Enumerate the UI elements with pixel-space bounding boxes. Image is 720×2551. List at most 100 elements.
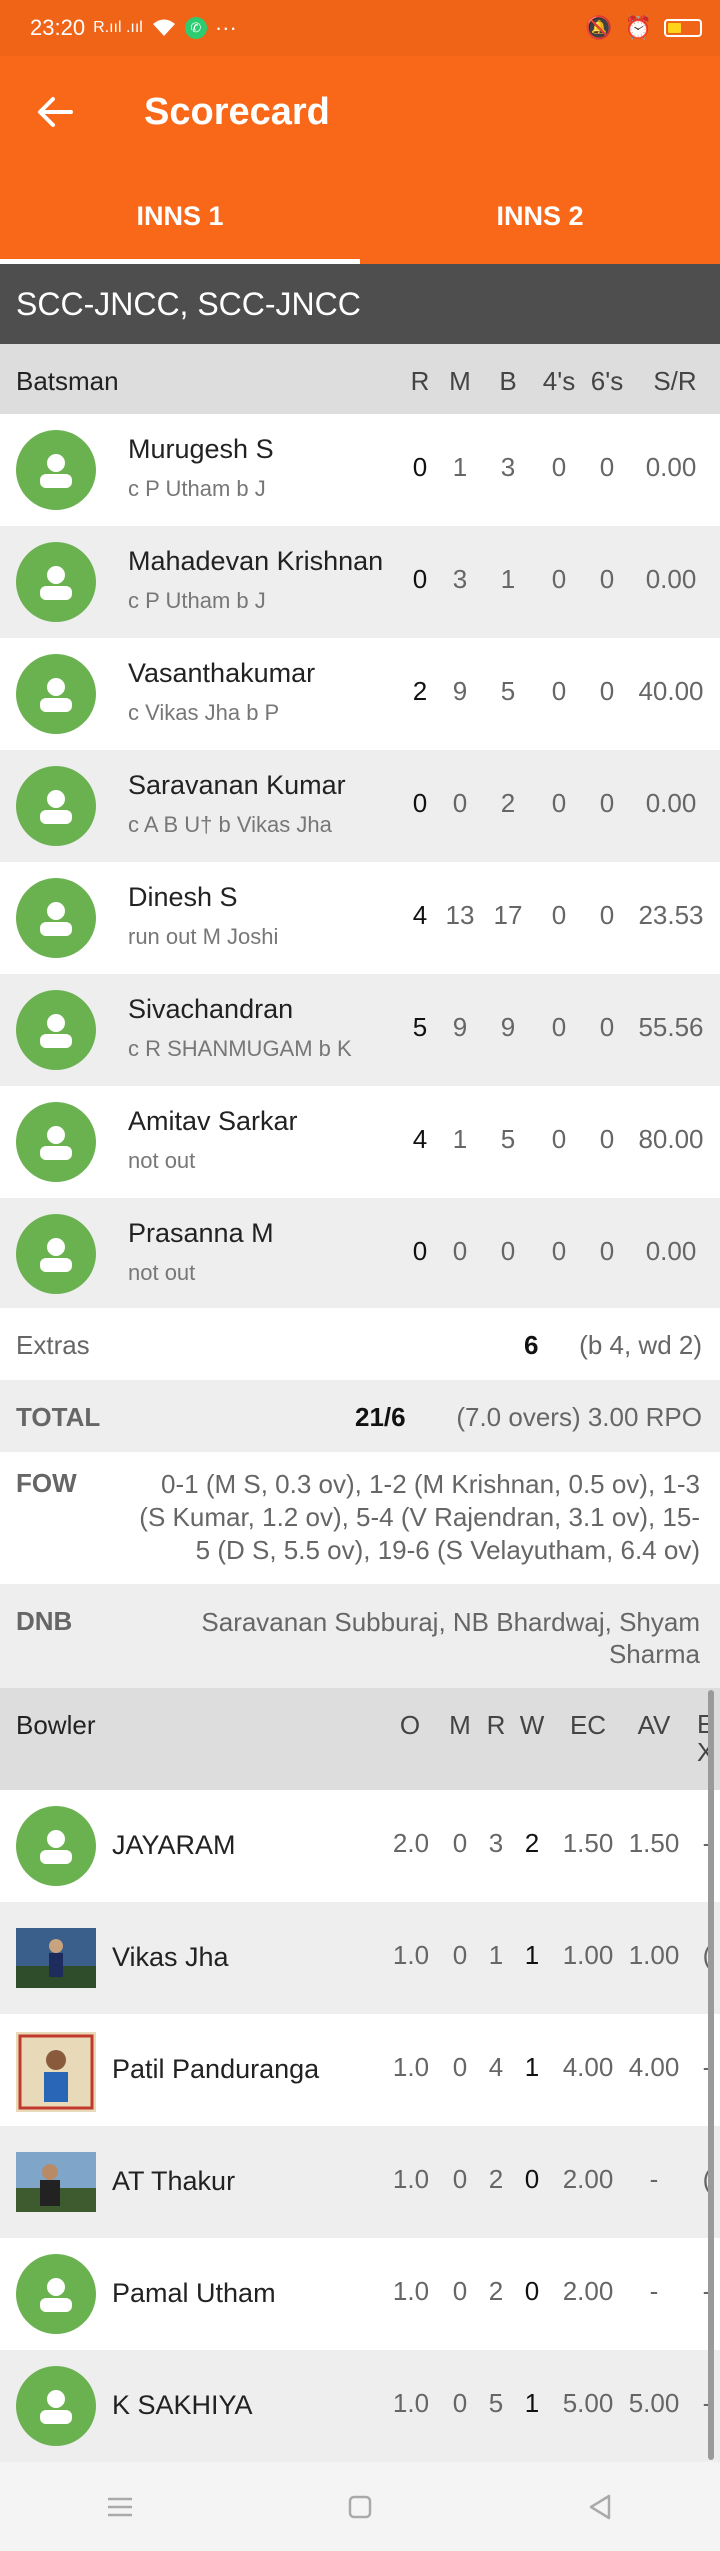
overs: 1.0 bbox=[392, 2164, 430, 2194]
bowler-name: Pamal Utham bbox=[112, 2278, 276, 2308]
fours: 0 bbox=[551, 452, 567, 482]
signal-icon: R.ııl .ııl bbox=[93, 19, 143, 36]
sixes: 0 bbox=[599, 1012, 615, 1042]
home-icon[interactable] bbox=[280, 2477, 440, 2537]
batsman-row[interactable]: Prasanna M not out 0 0 0 0 0 0.00 bbox=[0, 1198, 720, 1308]
runs: 4 bbox=[412, 900, 428, 930]
maidens: 0 bbox=[452, 1940, 468, 1970]
player-photo bbox=[16, 1928, 96, 1988]
app-bar: Scorecard bbox=[0, 56, 720, 168]
alarm-icon: ⏰ bbox=[624, 15, 652, 40]
maidens: 0 bbox=[452, 1828, 468, 1858]
extras-detail: (b 4, wd 2) bbox=[579, 1330, 702, 1360]
batsman-row[interactable]: Vasanthakumar c Vikas Jha b P 2 9 5 0 0 … bbox=[0, 638, 720, 750]
total-label: TOTAL bbox=[16, 1402, 101, 1432]
bowler-row[interactable]: K SAKHIYA 1.0 0 5 1 5.00 5.00 - bbox=[0, 2350, 720, 2462]
back-arrow-icon[interactable] bbox=[0, 56, 110, 168]
runs-conceded: 4 bbox=[488, 2052, 504, 2082]
economy: 4.00 bbox=[562, 2052, 614, 2082]
minutes: 3 bbox=[452, 564, 468, 594]
balls: 1 bbox=[500, 564, 516, 594]
dismissal-text: c Vikas Jha b P bbox=[128, 700, 280, 725]
avatar-icon bbox=[16, 2254, 96, 2334]
tab-inns-2[interactable]: INNS 2 bbox=[360, 168, 720, 264]
menu-icon[interactable] bbox=[40, 2477, 200, 2537]
col-header-balls: B bbox=[499, 366, 517, 396]
maidens: 0 bbox=[452, 2052, 468, 2082]
avatar-icon bbox=[16, 1806, 96, 1886]
system-nav-bar bbox=[0, 2462, 720, 2551]
balls: 9 bbox=[500, 1012, 516, 1042]
batsman-row[interactable]: Sivachandran c R SHANMUGAM b K 5 9 9 0 0… bbox=[0, 974, 720, 1086]
extras-value: 6 bbox=[524, 1330, 539, 1360]
tab-inns-1[interactable]: INNS 1 bbox=[0, 168, 360, 264]
bowler-row[interactable]: Pamal Utham 1.0 0 2 0 2.00 - - bbox=[0, 2238, 720, 2350]
col-header-fours: 4's bbox=[542, 366, 576, 396]
sixes: 0 bbox=[599, 564, 615, 594]
fall-of-wickets: FOW 0-1 (M S, 0.3 ov), 1-2 (M Krishnan, … bbox=[0, 1452, 720, 1584]
minutes: 9 bbox=[452, 676, 468, 706]
strike-rate: 80.00 bbox=[638, 1124, 704, 1154]
runs: 5 bbox=[412, 1012, 428, 1042]
wifi-icon bbox=[152, 19, 175, 36]
col-header-strike-rate: S/R bbox=[653, 366, 697, 396]
back-icon[interactable] bbox=[520, 2477, 680, 2537]
balls: 5 bbox=[500, 676, 516, 706]
team-name: SCC-JNCC, SCC-JNCC bbox=[0, 264, 720, 344]
wickets: 2 bbox=[524, 1828, 540, 1858]
fours: 0 bbox=[551, 788, 567, 818]
col-header-economy: EC bbox=[569, 1710, 607, 1740]
fours: 0 bbox=[551, 1124, 567, 1154]
runs: 0 bbox=[412, 1236, 428, 1266]
col-header-wickets: W bbox=[519, 1710, 545, 1740]
sixes: 0 bbox=[599, 676, 615, 706]
dismissal-text: not out bbox=[128, 1260, 196, 1285]
bowler-row[interactable]: Patil Panduranga 1.0 0 4 1 4.00 4.00 - bbox=[0, 2014, 720, 2126]
status-bar: 23:20 R.ııl .ııl ✆ ··· 🔕 ⏰ bbox=[0, 0, 720, 56]
overs: 2.0 bbox=[392, 1828, 430, 1858]
maidens: 0 bbox=[452, 2276, 468, 2306]
sixes: 0 bbox=[599, 900, 615, 930]
minutes: 9 bbox=[452, 1012, 468, 1042]
bowler-row[interactable]: JAYARAM 2.0 0 3 2 1.50 1.50 - bbox=[0, 1790, 720, 1902]
batting-header: Batsman R M B 4's 6's S/R bbox=[0, 344, 720, 414]
batsman-name: Murugesh S bbox=[128, 434, 274, 464]
batsman-row[interactable]: Murugesh S c P Utham b J 0 1 3 0 0 0.00 bbox=[0, 414, 720, 526]
dnb-text: Saravanan Subburaj, NB Bhardwaj, Shyam S… bbox=[201, 1607, 700, 1669]
overs: 1.0 bbox=[392, 2052, 430, 2082]
batsman-name: Vasanthakumar bbox=[128, 658, 316, 688]
bowler-name: JAYARAM bbox=[112, 1830, 236, 1860]
balls: 2 bbox=[500, 788, 516, 818]
more-notifications-icon: ··· bbox=[214, 15, 237, 40]
batsman-row[interactable]: Mahadevan Krishnan c P Utham b J 0 3 1 0… bbox=[0, 526, 720, 638]
col-header-runs-conceded: R bbox=[486, 1710, 506, 1740]
scrollbar[interactable] bbox=[708, 1690, 714, 2460]
innings-tabs: INNS 1 INNS 2 bbox=[0, 168, 720, 264]
batsman-name: Saravanan Kumar bbox=[128, 770, 346, 800]
runs-conceded: 1 bbox=[488, 1940, 504, 1970]
avatar-icon bbox=[16, 542, 96, 622]
batsman-name: Mahadevan Krishnan bbox=[128, 546, 384, 576]
batsman-name: Sivachandran bbox=[128, 994, 294, 1024]
col-header-average: AV bbox=[637, 1710, 671, 1740]
bowler-row[interactable]: AT Thakur 1.0 0 2 0 2.00 - ( bbox=[0, 2126, 720, 2238]
avatar-icon bbox=[16, 1214, 96, 1294]
average: 1.00 bbox=[628, 1940, 680, 1970]
status-time: 23:20 bbox=[30, 15, 86, 40]
runs-conceded: 2 bbox=[488, 2164, 504, 2194]
runs: 0 bbox=[412, 452, 428, 482]
bowler-row[interactable]: Vikas Jha 1.0 0 1 1 1.00 1.00 ( bbox=[0, 1902, 720, 2014]
avatar-icon bbox=[16, 654, 96, 734]
batsman-row[interactable]: Saravanan Kumar c A B U† b Vikas Jha 0 0… bbox=[0, 750, 720, 862]
average: - bbox=[649, 2164, 659, 2194]
dnb-label: DNB bbox=[16, 1606, 73, 1636]
minutes: 1 bbox=[452, 1124, 468, 1154]
minutes: 13 bbox=[445, 900, 475, 930]
did-not-bat: DNB Saravanan Subburaj, NB Bhardwaj, Shy… bbox=[0, 1584, 720, 1688]
player-photo bbox=[16, 2152, 96, 2212]
batsman-row[interactable]: Amitav Sarkar not out 4 1 5 0 0 80.00 bbox=[0, 1086, 720, 1198]
fow-label: FOW bbox=[16, 1468, 77, 1498]
strike-rate: 40.00 bbox=[638, 676, 704, 706]
batsman-row[interactable]: Dinesh S run out M Joshi 4 13 17 0 0 23.… bbox=[0, 862, 720, 974]
dismissal-text: c P Utham b J bbox=[128, 588, 266, 613]
